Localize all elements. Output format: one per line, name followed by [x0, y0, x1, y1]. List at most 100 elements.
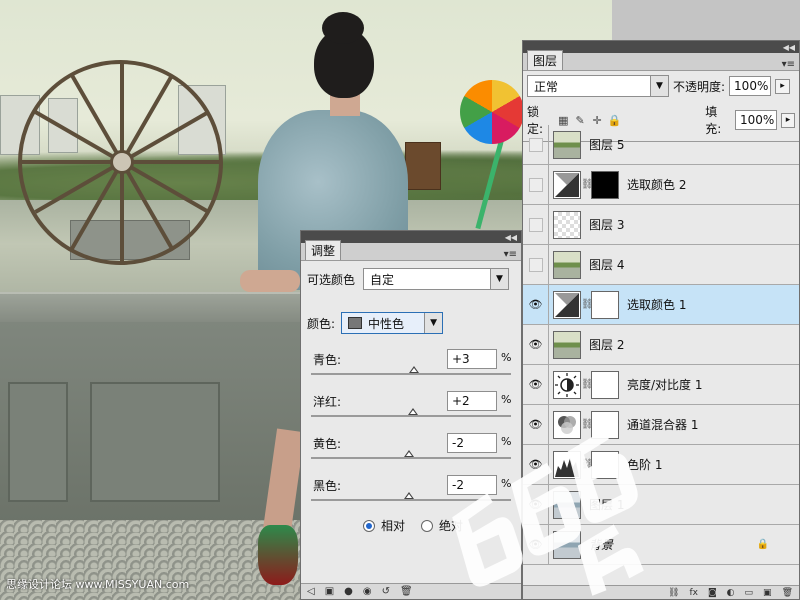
layer-thumbnail	[553, 130, 581, 159]
visibility-toggle[interactable]	[523, 164, 549, 205]
visibility-toggle[interactable]	[523, 244, 549, 285]
layer-mask[interactable]	[591, 170, 619, 199]
layer-row[interactable]: 👁 ⛓ 色阶 1	[523, 444, 799, 485]
visibility-toggle[interactable]: 👁	[523, 404, 549, 445]
adjustments-panel: ◀◀ 调整 ▾≡ 可选颜色 自定 ▼ 颜色: 中性色 ▼ 青色: +3 % 洋红…	[300, 230, 522, 600]
waterwheel-hub	[110, 150, 134, 174]
visibility-toggle[interactable]	[523, 204, 549, 245]
workspace-background	[612, 0, 800, 40]
layer-mask[interactable]	[591, 410, 619, 439]
cyan-input[interactable]: +3	[447, 349, 497, 369]
layer-mask[interactable]	[591, 370, 619, 399]
slider-track[interactable]	[311, 415, 511, 417]
absolute-label: 绝对	[439, 519, 464, 533]
slider-handle[interactable]	[404, 450, 414, 457]
preset-value: 自定	[370, 272, 395, 287]
slider-magenta: 洋红: +2 %	[301, 381, 521, 423]
clip-layer-icon[interactable]: ▣	[325, 586, 334, 597]
tab-layers[interactable]: 图层	[527, 50, 564, 70]
layer-name: 图层 5	[589, 138, 625, 152]
new-group-icon[interactable]: ▭	[745, 588, 754, 598]
visibility-icon[interactable]: ●	[344, 586, 353, 597]
adjust-tabbar: 调整 ▾≡	[301, 240, 521, 261]
visibility-toggle[interactable]: 👁	[523, 444, 549, 485]
percent-sign: %	[501, 477, 512, 490]
eye-icon: 👁	[528, 538, 543, 551]
levels-icon	[553, 450, 581, 479]
layer-thumbnail	[553, 210, 581, 239]
layers-footer-toolbar: ⛓ fx ◙ ◐ ▭ ▣ 🗑	[523, 585, 799, 599]
layer-row[interactable]: 图层 5	[523, 124, 799, 165]
chevron-down-icon[interactable]: ▼	[424, 313, 443, 333]
new-layer-icon[interactable]: ▣	[763, 588, 772, 598]
slider-handle[interactable]	[404, 492, 414, 499]
yellow-input[interactable]: -2	[447, 433, 497, 453]
girl-arm	[240, 270, 300, 292]
slider-track[interactable]	[311, 457, 511, 459]
delete-layer-icon[interactable]: 🗑	[782, 588, 793, 598]
preset-select[interactable]: 自定 ▼	[363, 268, 510, 290]
layer-style-icon[interactable]: fx	[689, 588, 698, 598]
selective-color-icon	[553, 290, 581, 319]
back-arrow-icon[interactable]: ◁	[307, 586, 315, 597]
blend-mode-select[interactable]: 正常 ▼	[527, 75, 669, 97]
opacity-input[interactable]: 100%	[729, 76, 772, 96]
collapse-icon[interactable]: ◀◀	[783, 43, 795, 52]
layer-row[interactable]: 图层 3	[523, 204, 799, 245]
lock-icon: 🔒	[756, 539, 769, 550]
visibility-toggle[interactable]	[523, 124, 549, 165]
visibility-toggle[interactable]: 👁	[523, 524, 549, 565]
panel-menu-icon[interactable]: ▾≡	[782, 59, 795, 70]
layer-row[interactable]: 👁 ⛓ 亮度/对比度 1	[523, 364, 799, 405]
channel-mixer-icon	[553, 410, 581, 439]
layer-row[interactable]: 👁 背景 🔒	[523, 524, 799, 565]
tab-adjustments[interactable]: 调整	[305, 240, 342, 260]
opacity-slider-button[interactable]: ▸	[775, 78, 791, 94]
layer-name: 背景	[589, 538, 614, 552]
magenta-input[interactable]: +2	[447, 391, 497, 411]
layer-thumbnail	[553, 490, 581, 519]
layer-mask[interactable]	[591, 290, 619, 319]
layer-row-selected[interactable]: 👁 ⛓ 选取颜色 1	[523, 284, 799, 325]
collapse-icon[interactable]: ◀◀	[505, 233, 517, 242]
slider-handle[interactable]	[409, 366, 419, 373]
delete-adjustment-icon[interactable]: 🗑	[400, 586, 413, 597]
layer-row[interactable]: 图层 4	[523, 244, 799, 285]
color-select[interactable]: 中性色 ▼	[341, 312, 444, 334]
layer-row[interactable]: 👁 ⛓ 通道混合器 1	[523, 404, 799, 445]
eye-icon: 👁	[528, 338, 543, 351]
eye-icon: 👁	[528, 378, 543, 391]
slider-handle[interactable]	[408, 408, 418, 415]
visibility-toggle[interactable]: 👁	[523, 324, 549, 365]
black-input[interactable]: -2	[447, 475, 497, 495]
layer-row[interactable]: 👁 图层 2	[523, 324, 799, 365]
slider-track[interactable]	[311, 373, 511, 375]
layer-row[interactable]: 👁 图层 1	[523, 484, 799, 525]
layer-thumbnail	[553, 330, 581, 359]
view-previous-icon[interactable]: ◉	[363, 586, 372, 597]
relative-radio[interactable]	[363, 519, 375, 532]
panel-collapse-bar[interactable]: ◀◀	[523, 41, 799, 53]
color-select-content: 中性色	[348, 315, 404, 332]
chevron-down-icon[interactable]: ▼	[490, 269, 509, 289]
layer-row[interactable]: ⛓ 选取颜色 2	[523, 164, 799, 205]
link-layers-icon[interactable]: ⛓	[668, 588, 679, 598]
slider-track[interactable]	[311, 499, 511, 501]
visibility-toggle[interactable]: 👁	[523, 364, 549, 405]
absolute-radio[interactable]	[421, 519, 434, 532]
add-mask-icon[interactable]: ◙	[708, 588, 717, 598]
slider-group: 青色: +3 % 洋红: +2 % 黄色: -2 % 黑色: -2 %	[301, 339, 521, 507]
chevron-down-icon[interactable]: ▼	[650, 76, 668, 96]
layer-mask[interactable]	[591, 450, 619, 479]
visibility-toggle[interactable]: 👁	[523, 484, 549, 525]
wall-panel	[90, 382, 220, 502]
panel-menu-icon[interactable]: ▾≡	[504, 249, 517, 260]
stone-wall	[0, 322, 300, 522]
brightness-contrast-icon	[553, 370, 581, 399]
eye-icon: 👁	[528, 458, 543, 471]
visibility-off-icon	[528, 257, 543, 272]
adjustment-type-label: 可选颜色	[307, 272, 356, 287]
adjustment-layer-icon[interactable]: ◐	[727, 588, 735, 598]
reset-icon[interactable]: ↺	[382, 586, 390, 597]
visibility-toggle[interactable]: 👁	[523, 284, 549, 325]
